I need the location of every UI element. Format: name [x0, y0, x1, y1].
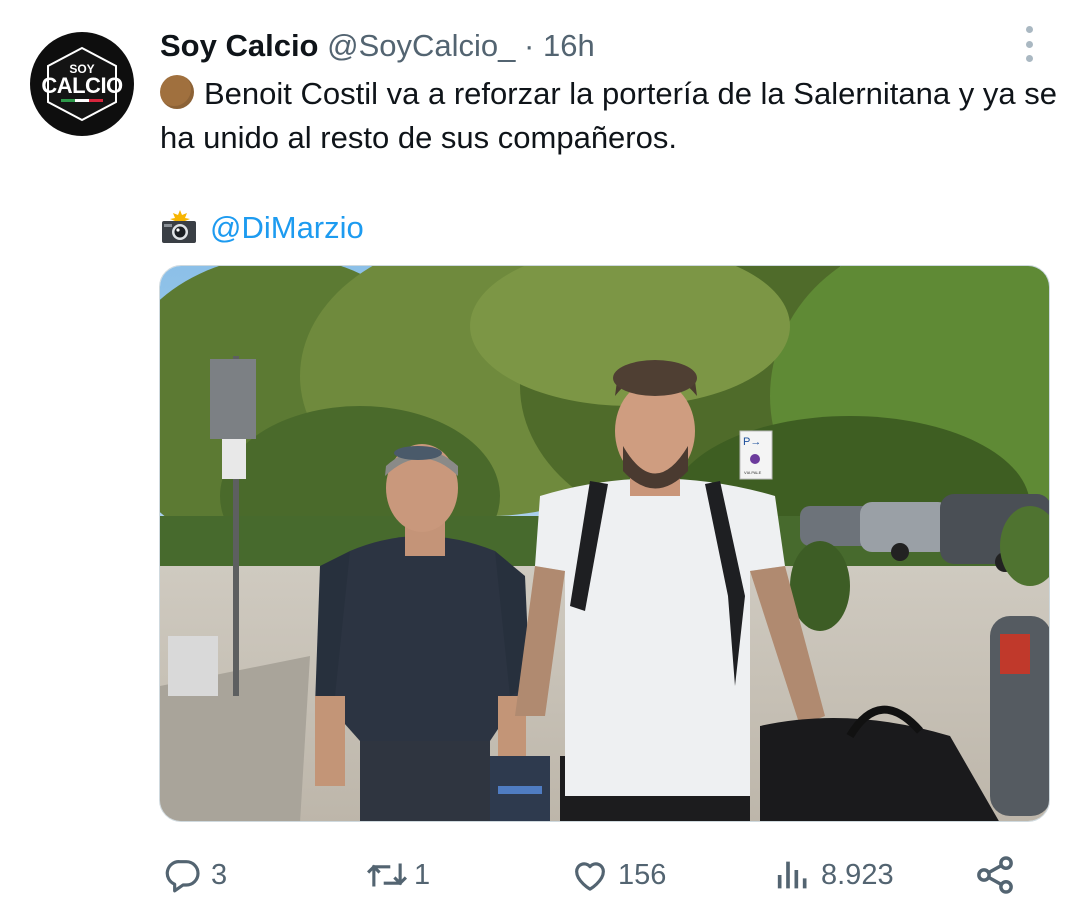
share-button[interactable]: [973, 848, 1017, 902]
view-count: 8.923: [821, 858, 894, 891]
soy-calcio-logo: SOY CALCIO: [41, 46, 123, 122]
share-icon: [977, 856, 1013, 894]
tweet-photo[interactable]: P→ VIA PALE: [159, 265, 1050, 822]
analytics-icon: [777, 861, 807, 889]
camera-with-flash-icon: [160, 210, 198, 244]
tweet-actions: 3 1 156 8.923: [0, 848, 1080, 902]
mention-link[interactable]: @DiMarzio: [210, 210, 364, 245]
parking-sign: P→ VIA PALE: [739, 430, 773, 480]
parking-sign-text: P→: [743, 436, 761, 448]
like-count: 156: [618, 858, 667, 891]
views-button[interactable]: 8.923: [773, 848, 894, 902]
repost-count: 1: [414, 858, 431, 891]
author-handle[interactable]: @SoyCalcio_: [327, 28, 515, 63]
tweet-header: Soy Calcio @SoyCalcio_ · 16h: [160, 28, 595, 64]
heart-icon: [575, 862, 605, 891]
like-button[interactable]: 156: [570, 848, 666, 902]
photo-credit: @DiMarzio: [160, 206, 364, 250]
repost-button[interactable]: 1: [364, 848, 430, 902]
reply-button[interactable]: 3: [163, 848, 227, 902]
tweet-timestamp[interactable]: 16h: [543, 28, 595, 63]
reply-icon: [165, 860, 200, 893]
header-separator: ·: [524, 28, 535, 63]
brown-circle-icon: [160, 75, 194, 109]
more-options-icon[interactable]: [1019, 26, 1039, 62]
tweet-body: Benoit Costil va a reforzar la portería …: [160, 76, 1057, 155]
avatar[interactable]: SOY CALCIO: [30, 32, 134, 136]
italian-flag-stripe: [61, 98, 103, 102]
author-name[interactable]: Soy Calcio: [160, 28, 319, 63]
repost-icon: [367, 863, 407, 887]
reply-count: 3: [211, 858, 228, 891]
logo-text-calcio: CALCIO: [41, 72, 123, 98]
photo-scene: P→ VIA PALE: [160, 266, 1049, 821]
tweet-text: Benoit Costil va a reforzar la portería …: [160, 72, 1060, 160]
parking-sign-small-text: VIA PALE: [744, 470, 762, 475]
